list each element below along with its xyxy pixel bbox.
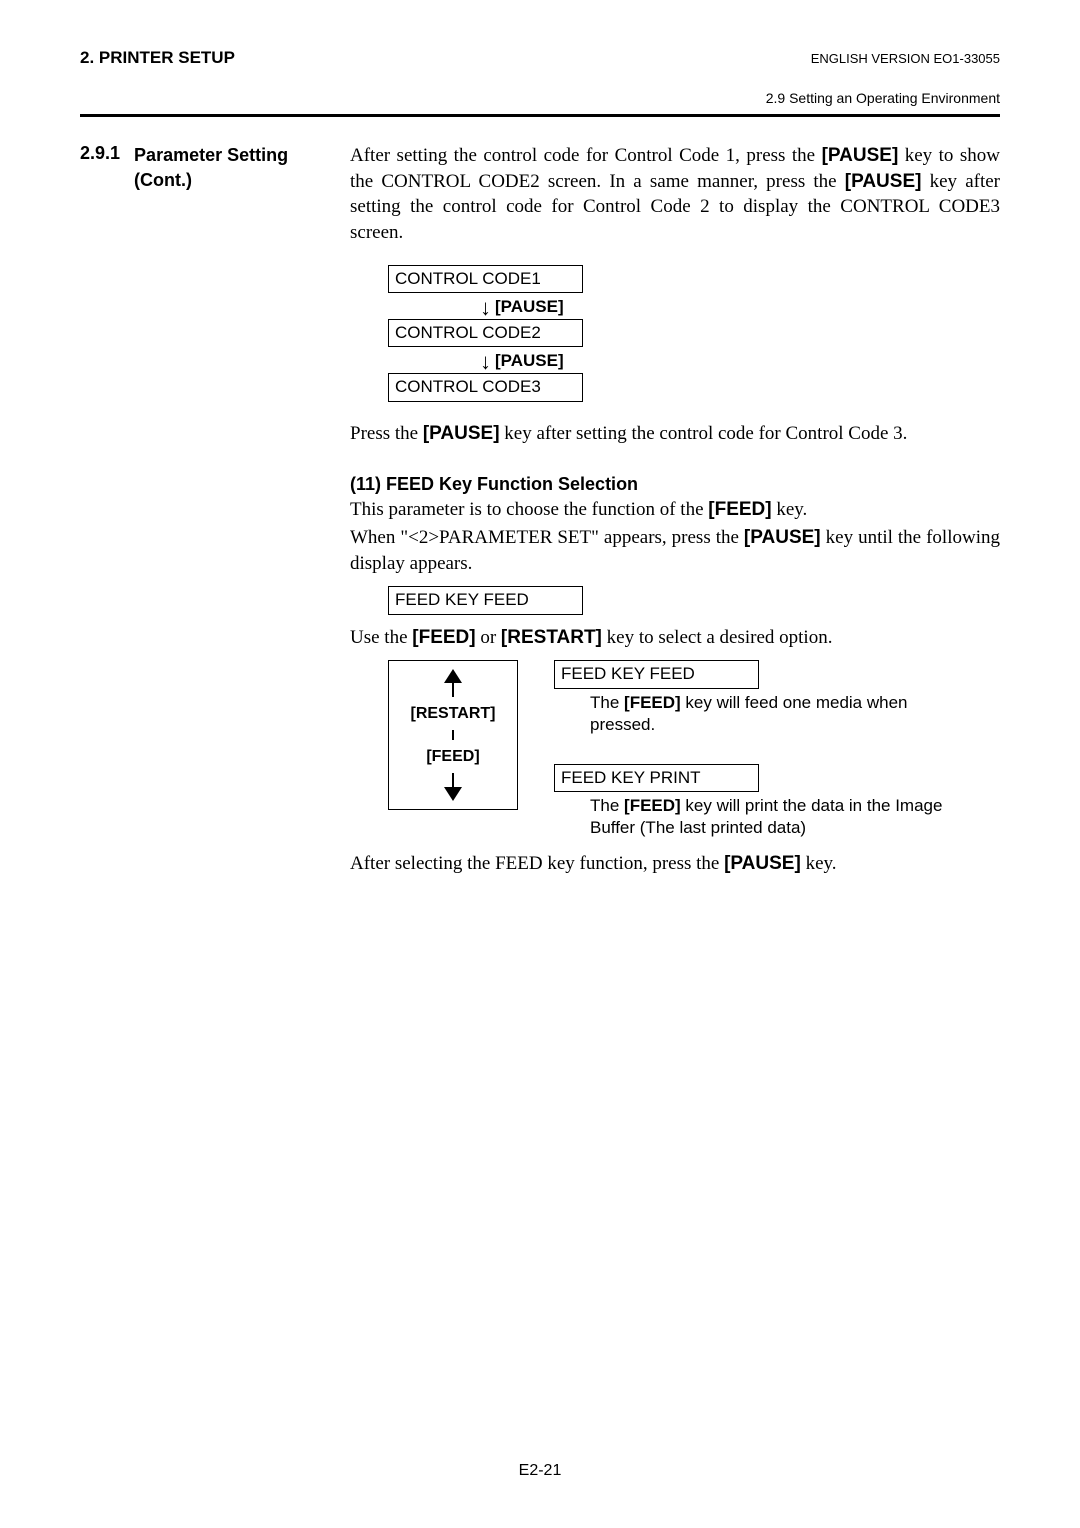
pause-key-label: [PAUSE]	[423, 423, 500, 444]
option-feed-description: The [FEED] key will feed one media when …	[590, 692, 960, 736]
arrow-down-icon: ↓	[480, 351, 491, 373]
arrow-up-icon	[444, 669, 462, 697]
text: key after setting the control code for C…	[500, 423, 908, 444]
chapter-title: 2. PRINTER SETUP	[80, 48, 235, 68]
feed-key-label: [FEED]	[624, 796, 681, 815]
paragraph-intro: After setting the control code for Contr…	[350, 143, 1000, 246]
screen-feed-key: FEED KEY FEED	[388, 586, 583, 614]
flow-step-pause: ↓ [PAUSE]	[480, 295, 564, 317]
option-nav-block: [RESTART] [FEED] FEED KEY FEED The [FEED…	[388, 660, 1000, 839]
page-number: E2-21	[0, 1462, 1080, 1480]
pause-key-label: [PAUSE]	[822, 145, 899, 166]
text: The	[590, 693, 624, 712]
pause-key-label: [PAUSE]	[724, 853, 801, 874]
feed-key-label: [FEED]	[708, 499, 771, 520]
text: After setting the control code for Contr…	[350, 145, 822, 166]
subsection-title: (11) FEED Key Function Selection	[350, 474, 1000, 495]
text: The	[590, 796, 624, 815]
text: When "<2>PARAMETER SET" appears, press t…	[350, 527, 744, 548]
nav-keys-frame: [RESTART] [FEED]	[388, 660, 518, 810]
screen-print-option: FEED KEY PRINT	[554, 764, 759, 792]
pause-key-label: [PAUSE]	[744, 527, 821, 548]
text: key.	[801, 853, 837, 874]
section-title: Parameter Setting (Cont.)	[134, 143, 350, 193]
pause-key-label: [PAUSE]	[495, 351, 564, 371]
paragraph-press-pause: Press the [PAUSE] key after setting the …	[350, 421, 1000, 447]
restart-key-label: [RESTART]	[501, 627, 602, 648]
feed-display-wrapper: FEED KEY FEED	[388, 586, 1000, 614]
feed-key-label: [FEED]	[624, 693, 681, 712]
section-number: 2.9.1	[80, 143, 120, 193]
text: Press the	[350, 423, 423, 444]
arrow-down-icon: ↓	[480, 297, 491, 319]
arrow-down-icon	[444, 773, 462, 801]
control-code-flow: CONTROL CODE1 ↓ [PAUSE] CONTROL CODE2 ↓ …	[388, 265, 1000, 402]
pause-key-label: [PAUSE]	[495, 297, 564, 317]
feed-key-label: [FEED]	[426, 748, 479, 766]
paragraph-parameter-set: When "<2>PARAMETER SET" appears, press t…	[350, 525, 1000, 576]
flow-step-pause: ↓ [PAUSE]	[480, 349, 564, 371]
restart-key-label: [RESTART]	[410, 705, 495, 723]
connector-line	[452, 730, 454, 740]
text: or	[476, 627, 501, 648]
pause-key-label: [PAUSE]	[845, 171, 922, 192]
feed-key-label: [FEED]	[412, 627, 475, 648]
text: key.	[772, 499, 808, 520]
paragraph-after-select: After selecting the FEED key function, p…	[350, 851, 1000, 877]
text: key to select a desired option.	[602, 627, 833, 648]
paragraph-feed-intro: This parameter is to choose the function…	[350, 497, 1000, 523]
header-divider	[80, 114, 1000, 117]
screen-control-code3: CONTROL CODE3	[388, 373, 583, 401]
screen-control-code2: CONTROL CODE2	[388, 319, 583, 347]
option-print-description: The [FEED] key will print the data in th…	[590, 795, 960, 839]
page-header: 2. PRINTER SETUP ENGLISH VERSION EO1-330…	[80, 48, 1000, 68]
option-list: FEED KEY FEED The [FEED] key will feed o…	[554, 660, 960, 839]
text: Use the	[350, 627, 412, 648]
screen-control-code1: CONTROL CODE1	[388, 265, 583, 293]
text: After selecting the FEED key function, p…	[350, 853, 724, 874]
section-path: 2.9 Setting an Operating Environment	[80, 90, 1000, 106]
version-label: ENGLISH VERSION EO1-33055	[811, 51, 1000, 66]
screen-feed-option: FEED KEY FEED	[554, 660, 759, 688]
paragraph-select-option: Use the [FEED] or [RESTART] key to selec…	[350, 625, 1000, 651]
text: This parameter is to choose the function…	[350, 499, 708, 520]
